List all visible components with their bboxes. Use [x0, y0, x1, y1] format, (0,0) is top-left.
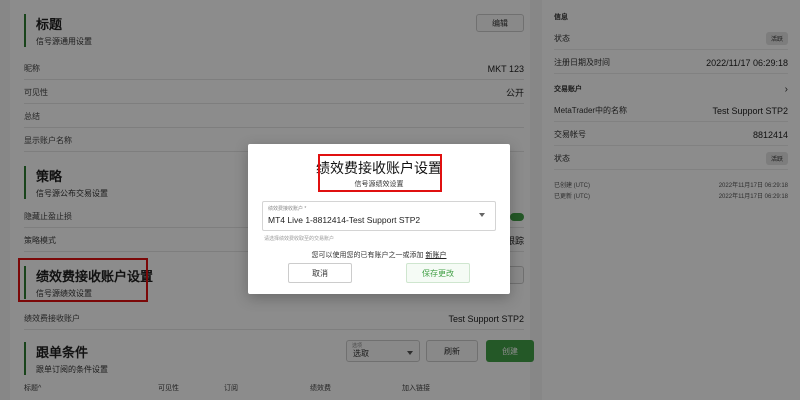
cancel-button[interactable]: 取消 — [288, 263, 352, 283]
new-account-link[interactable]: 新账户 — [425, 252, 446, 259]
fee-account-select-value: MT4 Live 1-8812414-Test Support STP2 — [268, 215, 421, 225]
fee-account-helper-text: 请选择绩效费收取至的交易账户 — [264, 236, 335, 242]
fee-account-select-label: 绩效费接收账户 * — [268, 206, 307, 212]
save-changes-button[interactable]: 保存更改 — [406, 263, 470, 283]
fee-account-select[interactable]: 绩效费接收账户 * MT4 Live 1-8812414-Test Suppor… — [262, 201, 496, 231]
add-account-text: 您可以使用您的已有账户之一或添加 新账户 — [248, 250, 510, 260]
add-account-prefix: 您可以使用您的已有账户之一或添加 — [311, 252, 424, 259]
highlight-box-dialog-title — [318, 154, 442, 192]
dropdown-arrow-icon — [479, 213, 485, 217]
fee-account-dialog: 绩效费接收账户设置 信号源绩效设置 绩效费接收账户 * MT4 Live 1-8… — [248, 144, 510, 294]
